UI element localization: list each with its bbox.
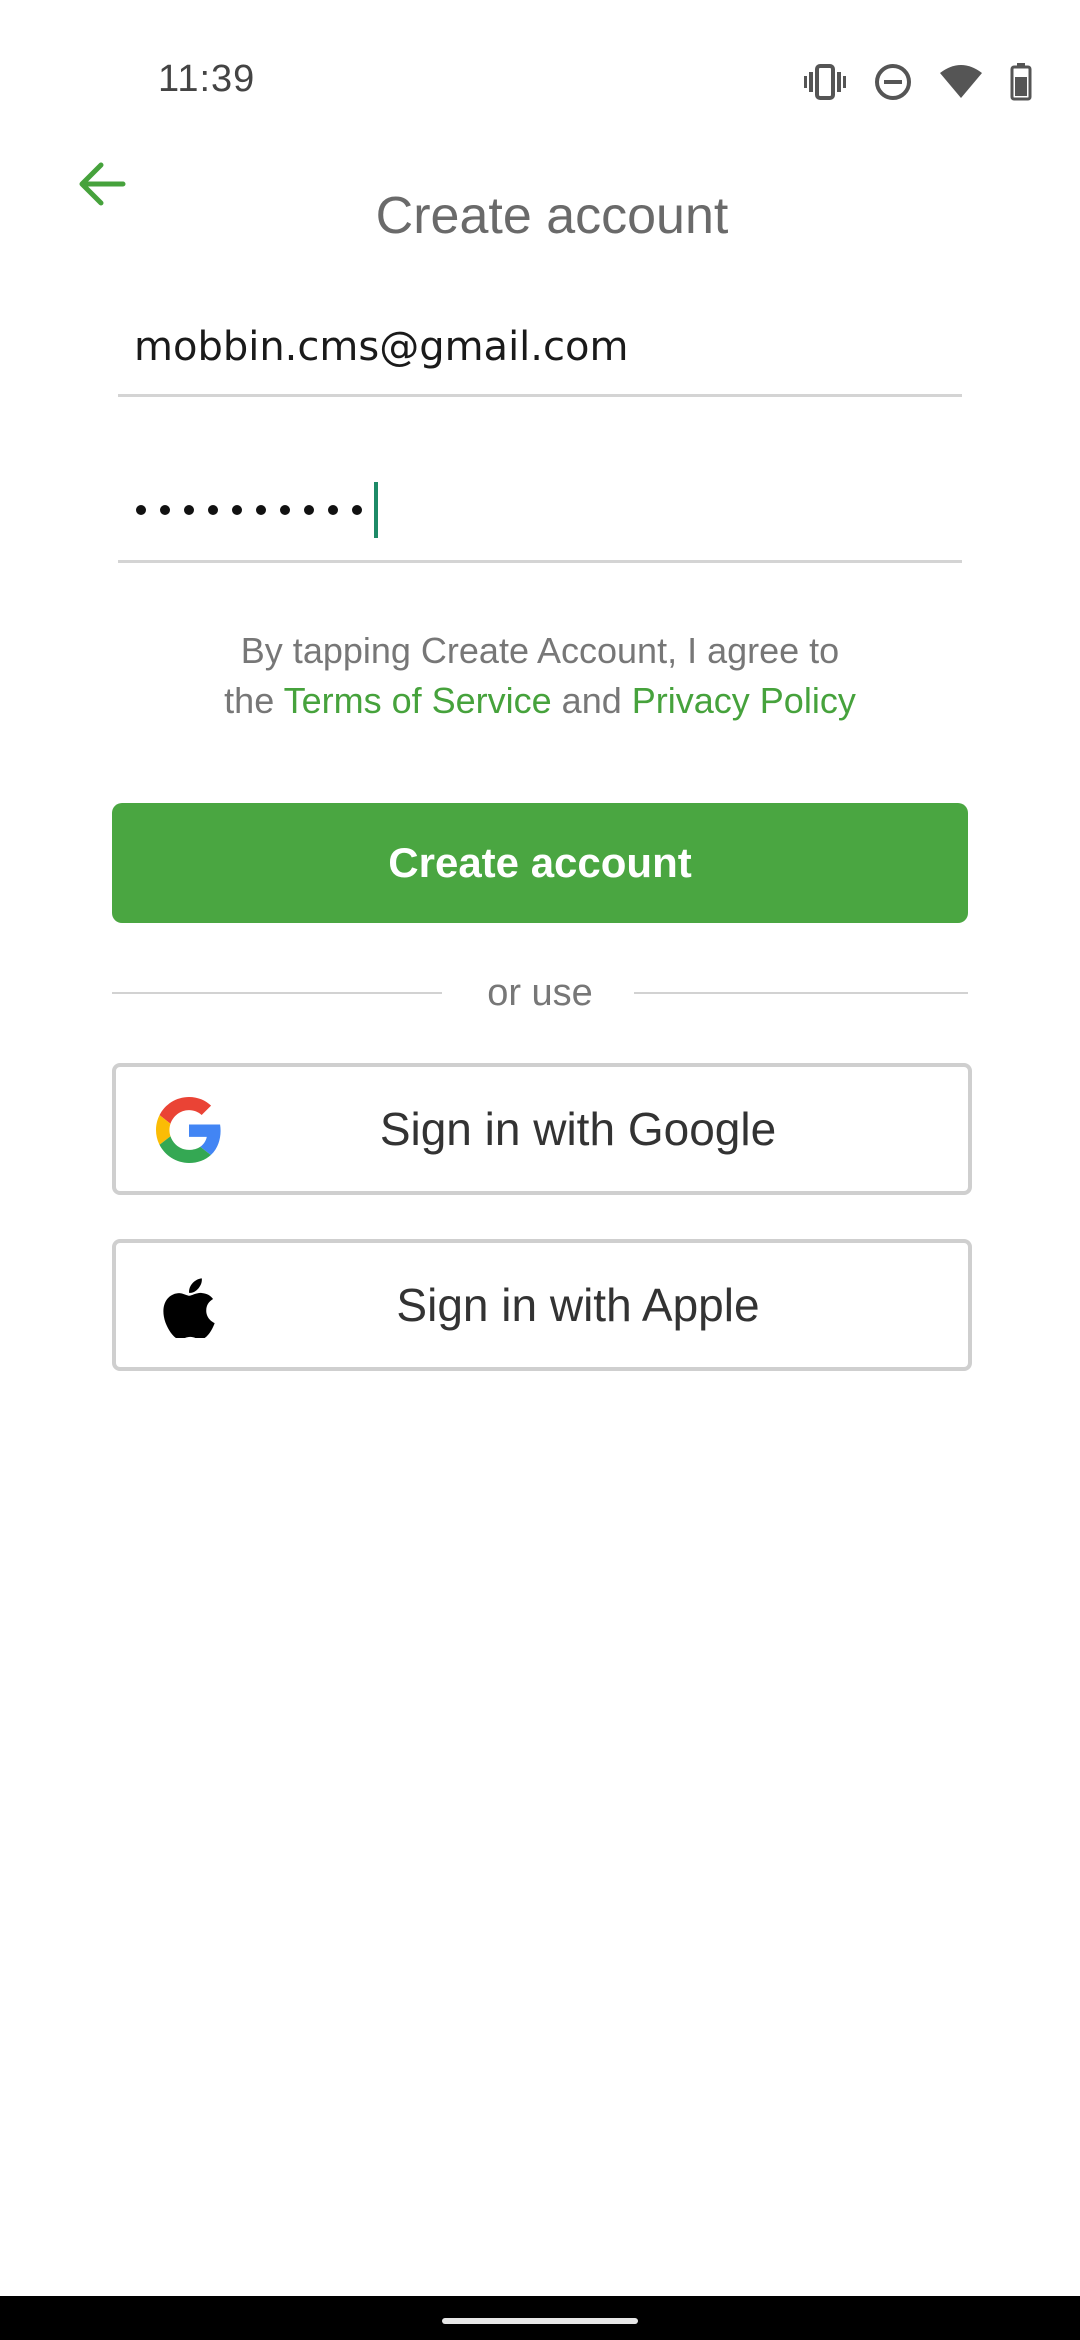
terms-notice: By tapping Create Account, I agree to th… — [0, 626, 1080, 726]
password-mask — [136, 472, 378, 548]
terms-line-2: the Terms of Service and Privacy Policy — [0, 676, 1080, 726]
sign-in-apple-label: Sign in with Apple — [396, 1279, 760, 1331]
email-field[interactable] — [134, 300, 934, 394]
password-dot — [136, 505, 146, 515]
terms-conjunction: and — [561, 680, 622, 721]
privacy-policy-link[interactable]: Privacy Policy — [632, 680, 856, 721]
vibrate-icon — [804, 64, 846, 100]
password-dot — [208, 505, 218, 515]
email-field-container — [118, 300, 962, 397]
password-field[interactable] — [118, 460, 962, 563]
page-title: Create account — [375, 187, 729, 245]
password-dot — [256, 505, 266, 515]
password-dot — [328, 505, 338, 515]
password-dot — [304, 505, 314, 515]
status-bar: 11:39 — [0, 0, 1080, 170]
wifi-icon — [940, 65, 982, 99]
battery-icon — [1010, 63, 1032, 101]
sign-in-google-button[interactable]: Sign in with Google — [112, 1063, 972, 1195]
status-time: 11:39 — [158, 58, 256, 100]
terms-line-1: By tapping Create Account, I agree to — [240, 630, 840, 671]
create-account-button[interactable]: Create account — [112, 803, 968, 923]
password-dot — [352, 505, 362, 515]
terms-prefix: the — [224, 680, 275, 721]
password-dot — [160, 505, 170, 515]
divider-line-right — [634, 992, 968, 994]
home-gesture-handle[interactable] — [442, 2318, 638, 2324]
status-icons — [804, 60, 1032, 104]
sign-in-apple-button[interactable]: Sign in with Apple — [112, 1239, 972, 1371]
sign-in-google-label: Sign in with Google — [379, 1103, 777, 1155]
password-dot — [232, 505, 242, 515]
do-not-disturb-icon — [874, 63, 912, 101]
terms-of-service-link[interactable]: Terms of Service — [284, 680, 552, 721]
or-divider: or use — [112, 965, 968, 1021]
system-nav-bar — [0, 2296, 1080, 2340]
text-caret — [374, 482, 378, 538]
password-dot — [280, 505, 290, 515]
password-dot — [184, 505, 194, 515]
